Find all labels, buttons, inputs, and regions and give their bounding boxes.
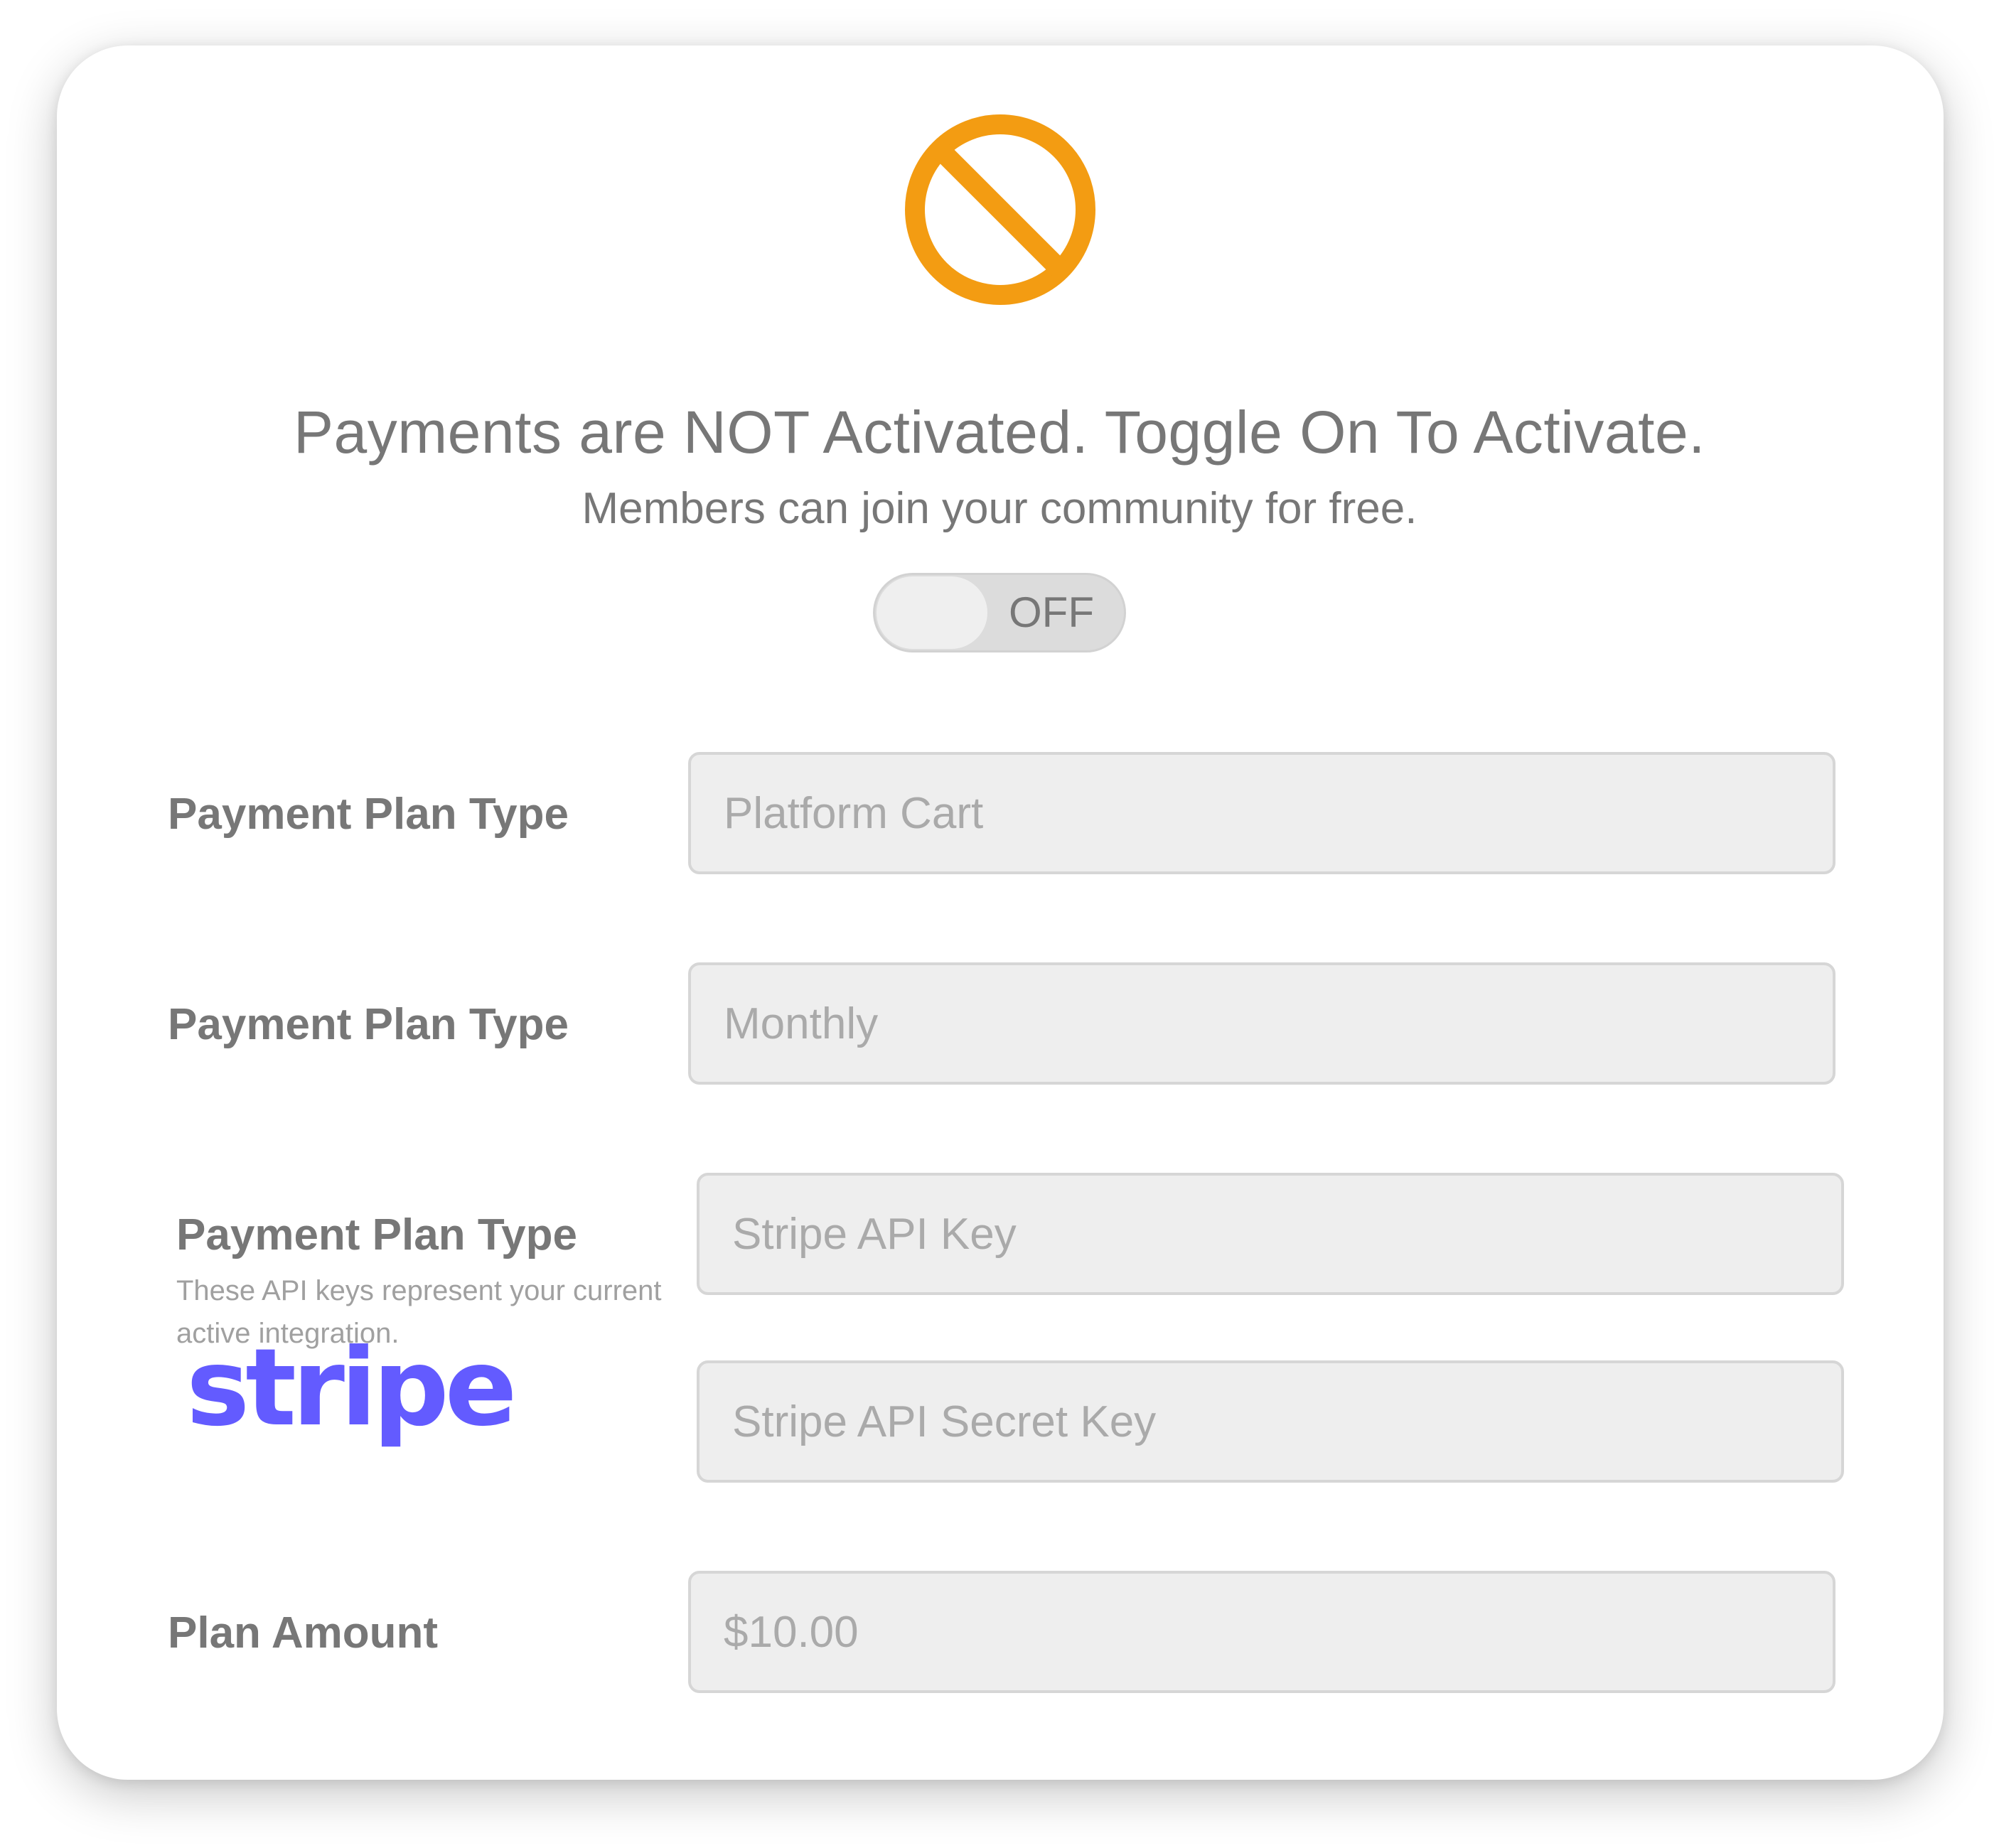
payments-settings-card [57, 45, 1944, 1780]
plan-amount-label: Plan Amount [168, 1608, 439, 1658]
payments-status-subline: Members can join your community for free… [582, 484, 1417, 533]
payment-plan-type-label: Payment Plan Type [168, 790, 569, 839]
billing-interval-input[interactable] [688, 962, 1835, 1085]
plan-amount-input[interactable] [688, 1571, 1835, 1693]
stripe-api-key-input[interactable] [697, 1173, 1844, 1295]
ban-icon [905, 114, 1095, 305]
stripe-integration-label: Payment Plan Type [176, 1210, 577, 1259]
stripe-logo: stripe [186, 1326, 517, 1450]
payment-plan-type-input[interactable] [688, 752, 1835, 874]
toggle-state-label: OFF [1009, 589, 1094, 636]
payments-status-headline: Payments are NOT Activated. Toggle On To… [293, 399, 1706, 466]
stripe-api-secret-key-input[interactable] [697, 1360, 1844, 1483]
payments-toggle[interactable]: OFF [873, 573, 1126, 652]
billing-interval-label: Payment Plan Type [168, 1000, 569, 1049]
toggle-knob [877, 576, 987, 649]
